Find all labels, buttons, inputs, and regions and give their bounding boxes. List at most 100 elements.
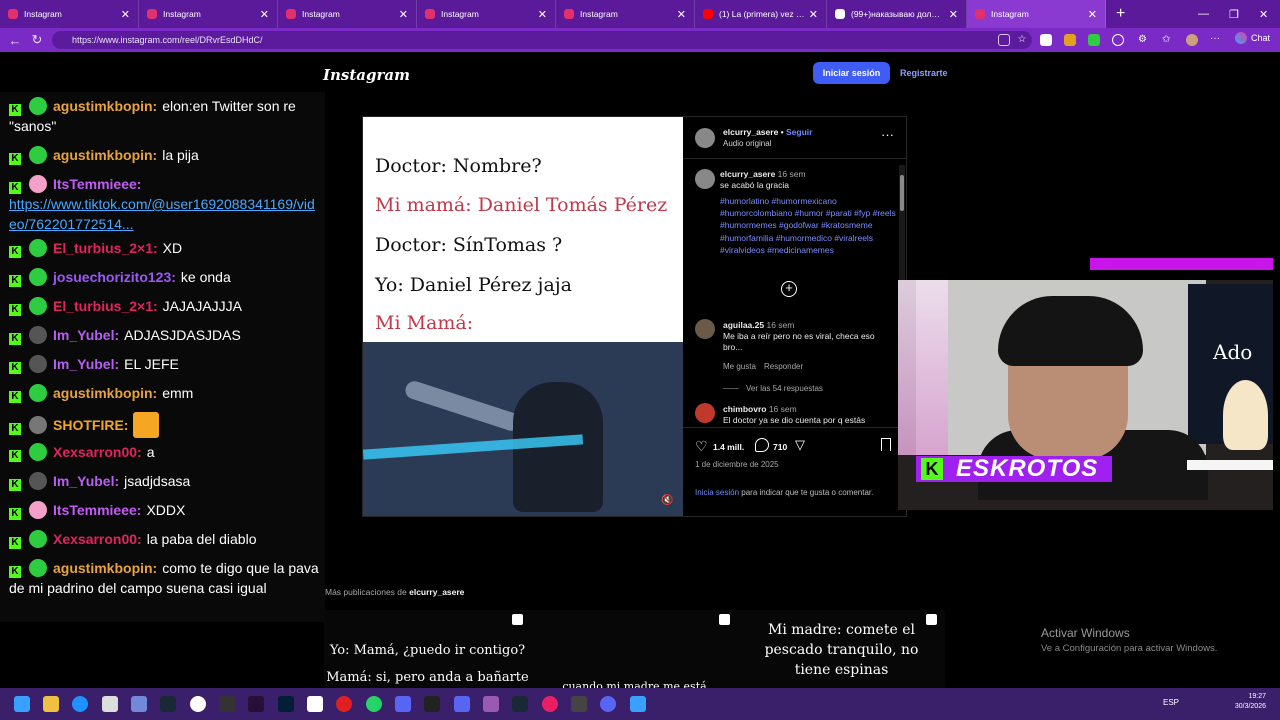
post-thumbnail[interactable]: Mi madre: comete el pescado tranquilo, n… — [738, 610, 945, 688]
scrollbar-thumb[interactable] — [900, 175, 904, 211]
app-icon[interactable] — [630, 696, 646, 712]
app-icon[interactable] — [483, 696, 499, 712]
more-options-icon[interactable]: ··· — [881, 127, 894, 142]
url-field[interactable]: https://www.instagram.com/reel/DRvrEsdDH… — [52, 31, 1032, 49]
post-thumbnail[interactable]: Yo: Mamá, ¿puedo ir contigo? Mamá: si, p… — [324, 610, 531, 688]
caption-username[interactable]: elcurry_asere — [720, 169, 775, 179]
chat-link[interactable]: https://www.tiktok.com/@user169208834116… — [9, 196, 315, 232]
author-username[interactable]: elcurry_asere — [723, 127, 778, 137]
follow-button[interactable]: Seguir — [786, 127, 812, 137]
chat-username[interactable]: Im_Yubel: — [53, 473, 119, 489]
chat-username[interactable]: Xexsarron00: — [53, 531, 142, 547]
store-icon[interactable] — [102, 696, 118, 712]
file-explorer-icon[interactable] — [43, 696, 59, 712]
browser-tab[interactable]: (1) La (primera) vez que Elon✕ — [695, 0, 827, 28]
edge-icon[interactable] — [72, 696, 88, 712]
login-link[interactable]: Inicia sesión — [695, 488, 739, 497]
app-icon[interactable] — [600, 696, 616, 712]
browser-tab[interactable]: Instagram ✕ — [278, 0, 417, 28]
close-tab-icon[interactable]: ✕ — [949, 8, 958, 21]
chat-username[interactable]: ItsTemmieee: — [53, 176, 141, 192]
steam-icon[interactable] — [160, 696, 176, 712]
register-link[interactable]: Registrarte — [900, 68, 948, 78]
restore-icon[interactable]: ❐ — [1229, 0, 1239, 28]
avatar[interactable] — [1186, 34, 1198, 46]
avatar[interactable] — [695, 403, 715, 423]
close-tab-icon[interactable]: ✕ — [1088, 8, 1097, 21]
extension-icon[interactable] — [998, 34, 1010, 46]
chat-username[interactable]: agustimkbopin: — [53, 560, 157, 576]
heart-icon[interactable]: ♡ — [695, 438, 708, 455]
bookmark-icon[interactable] — [881, 438, 891, 451]
avatar[interactable] — [695, 169, 715, 189]
app-icon[interactable] — [219, 696, 235, 712]
extension-icon[interactable] — [1040, 34, 1052, 46]
browser-tab[interactable]: Instagram ✕ — [417, 0, 556, 28]
settings-icon[interactable]: ⚙ — [1138, 34, 1150, 46]
epic-games-icon[interactable] — [424, 696, 440, 712]
browser-tab-active[interactable]: Instagram ✕ — [967, 0, 1106, 28]
chat-username[interactable]: Xexsarron00: — [53, 444, 142, 460]
photoshop-icon[interactable] — [278, 696, 294, 712]
app-icon[interactable] — [307, 696, 323, 712]
audio-label[interactable]: Audio original — [723, 139, 771, 148]
browser-tab[interactable]: (99+)наказываю должника ✕ — [827, 0, 967, 28]
chat-username[interactable]: SHOTFIRE: — [53, 417, 128, 433]
avatar[interactable] — [695, 319, 715, 339]
close-tab-icon[interactable]: ✕ — [121, 8, 130, 21]
minimize-icon[interactable]: — — [1198, 0, 1209, 28]
share-icon[interactable]: ▽ — [795, 437, 805, 453]
chat-username[interactable]: agustimkbopin: — [53, 385, 157, 401]
avatar[interactable] — [695, 128, 715, 148]
copilot-chat-button[interactable]: Chat — [1234, 32, 1270, 44]
premiere-icon[interactable] — [248, 696, 264, 712]
clock[interactable]: 19:27 30/3/2026 — [1235, 692, 1266, 712]
close-window-icon[interactable]: ✕ — [1259, 0, 1268, 28]
post-thumbnail[interactable]: cuando mi madre me está — [531, 610, 738, 688]
mute-icon[interactable]: 🔇 — [661, 495, 673, 506]
favorite-icon[interactable]: ☆ — [1016, 34, 1028, 46]
sync-icon[interactable] — [1112, 34, 1124, 46]
chat-username[interactable]: El_turbius_2×1: — [53, 298, 158, 314]
chat-username[interactable]: agustimkbopin: — [53, 147, 157, 163]
reply-link[interactable]: Responder — [764, 362, 803, 371]
comment-icon[interactable] — [755, 438, 769, 452]
close-tab-icon[interactable]: ✕ — [677, 8, 686, 21]
extension-icon[interactable] — [1088, 34, 1100, 46]
chat-username[interactable]: ItsTemmieee: — [53, 502, 141, 518]
obs-icon[interactable] — [190, 696, 206, 712]
hashtags[interactable]: #humorlatino #humormexicano #humorcolomb… — [720, 195, 900, 256]
chat-username[interactable]: El_turbius_2×1: — [53, 240, 158, 256]
chat-username[interactable]: agustimkbopin: — [53, 98, 157, 114]
discord-icon[interactable] — [131, 696, 147, 712]
new-tab-icon[interactable]: + — [1116, 5, 1125, 23]
close-tab-icon[interactable]: ✕ — [809, 8, 818, 21]
app-icon[interactable] — [542, 696, 558, 712]
browser-tab[interactable]: Instagram ✕ — [556, 0, 695, 28]
start-icon[interactable] — [14, 696, 30, 712]
language-indicator[interactable]: ESP — [1163, 698, 1179, 707]
extension-icon[interactable] — [1064, 34, 1076, 46]
app-icon[interactable] — [571, 696, 587, 712]
chat-username[interactable]: Im_Yubel: — [53, 356, 119, 372]
chat-username[interactable]: josuechorizito123: — [53, 269, 176, 285]
load-more-comments-icon[interactable]: + — [781, 281, 797, 297]
instagram-logo[interactable]: Instagram — [323, 66, 410, 84]
reel-video[interactable]: Doctor: Nombre? Mi mamá: Daniel Tomás Pé… — [363, 117, 683, 516]
whatsapp-icon[interactable] — [366, 696, 382, 712]
close-tab-icon[interactable]: ✕ — [538, 8, 547, 21]
app-icon[interactable] — [336, 696, 352, 712]
view-replies-link[interactable]: Ver las 54 respuestas — [746, 384, 823, 393]
favorites-icon[interactable]: ✩ — [1162, 34, 1174, 46]
like-comment-link[interactable]: Me gusta — [723, 362, 756, 371]
login-button[interactable]: Iniciar sesión — [813, 62, 890, 84]
close-tab-icon[interactable]: ✕ — [260, 8, 269, 21]
chat-username[interactable]: Im_Yubel: — [53, 327, 119, 343]
app-icon[interactable] — [395, 696, 411, 712]
close-tab-icon[interactable]: ✕ — [399, 8, 408, 21]
refresh-icon[interactable]: ↻ — [26, 32, 48, 48]
more-icon[interactable]: ··· — [1210, 34, 1222, 46]
app-icon[interactable] — [454, 696, 470, 712]
steam-icon[interactable] — [512, 696, 528, 712]
browser-tab[interactable]: Instagram ✕ — [0, 0, 139, 28]
